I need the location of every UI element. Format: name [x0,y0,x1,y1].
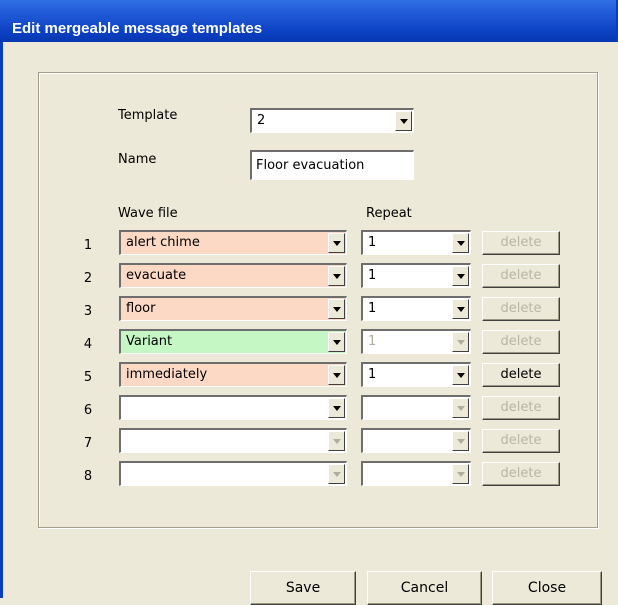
repeat-select[interactable]: 1 [361,263,471,288]
chevron-down-icon[interactable] [328,266,345,286]
chevron-down-icon[interactable] [328,365,345,385]
chevron-down-icon[interactable] [328,233,345,253]
row-number: 7 [83,436,93,451]
name-label: Name [118,152,157,167]
row-number: 2 [83,271,93,286]
row-number: 3 [83,304,93,319]
chevron-down-icon[interactable] [452,332,469,352]
wave-file-select[interactable]: alert chime [119,230,347,255]
repeat-value: 1 [368,334,377,349]
chevron-down-icon[interactable] [328,332,345,352]
chevron-down-icon[interactable] [452,299,469,319]
delete-button[interactable]: delete [482,297,560,321]
wave-file-select[interactable]: evacuate [119,263,347,288]
wave-file-select[interactable] [119,461,347,486]
chevron-down-icon[interactable] [452,398,469,418]
delete-button[interactable]: delete [482,231,560,255]
wave-file-select[interactable]: floor [119,296,347,321]
row-number: 4 [83,337,93,352]
repeat-select[interactable]: 1 [361,329,471,354]
repeat-value: 1 [368,367,377,382]
repeat-value: 1 [368,301,377,316]
repeat-select[interactable] [361,428,471,453]
repeat-header: Repeat [366,206,412,221]
chevron-down-icon[interactable] [395,111,412,131]
delete-button[interactable]: delete [482,264,560,288]
template-select[interactable]: 2 [250,108,414,133]
row-number: 8 [83,469,93,484]
wave-file-value: evacuate [126,268,187,283]
wave-file-value: Variant [126,334,173,349]
chevron-down-icon[interactable] [452,365,469,385]
name-input-value: Floor evacuation [256,158,365,173]
wave-file-select[interactable] [119,395,347,420]
row-number: 1 [83,238,93,253]
window-left-border [0,42,3,598]
wave-file-value: floor [126,301,156,316]
chevron-down-icon[interactable] [452,266,469,286]
dialog-window: Edit mergeable message templates Templat… [0,0,618,605]
wave-file-value: immediately [126,367,208,382]
chevron-down-icon[interactable] [452,464,469,484]
delete-button[interactable]: delete [482,330,560,354]
chevron-down-icon[interactable] [452,431,469,451]
chevron-down-icon[interactable] [328,398,345,418]
template-select-value: 2 [257,113,266,128]
row-number: 6 [83,403,93,418]
row-number: 5 [83,370,93,385]
repeat-select[interactable] [361,461,471,486]
wave-file-select[interactable]: immediately [119,362,347,387]
repeat-select[interactable]: 1 [361,230,471,255]
delete-button[interactable]: delete [482,396,560,420]
wave-file-select[interactable] [119,428,347,453]
repeat-value: 1 [368,235,377,250]
wave-file-header: Wave file [118,206,178,221]
repeat-select[interactable]: 1 [361,296,471,321]
repeat-value: 1 [368,268,377,283]
chevron-down-icon[interactable] [328,431,345,451]
template-label: Template [118,108,178,123]
save-button[interactable]: Save [250,571,356,605]
close-button[interactable]: Close [492,571,602,605]
wave-file-select[interactable]: Variant [119,329,347,354]
delete-button[interactable]: delete [482,363,560,387]
delete-button[interactable]: delete [482,462,560,486]
delete-button[interactable]: delete [482,429,560,453]
chevron-down-icon[interactable] [328,299,345,319]
chevron-down-icon[interactable] [452,233,469,253]
title-bar[interactable]: Edit mergeable message templates [0,0,618,42]
cancel-button[interactable]: Cancel [367,571,482,605]
window-title: Edit mergeable message templates [12,20,263,37]
repeat-select[interactable] [361,395,471,420]
name-input[interactable]: Floor evacuation [250,150,414,180]
wave-file-value: alert chime [126,235,200,250]
chevron-down-icon[interactable] [328,464,345,484]
repeat-select[interactable]: 1 [361,362,471,387]
